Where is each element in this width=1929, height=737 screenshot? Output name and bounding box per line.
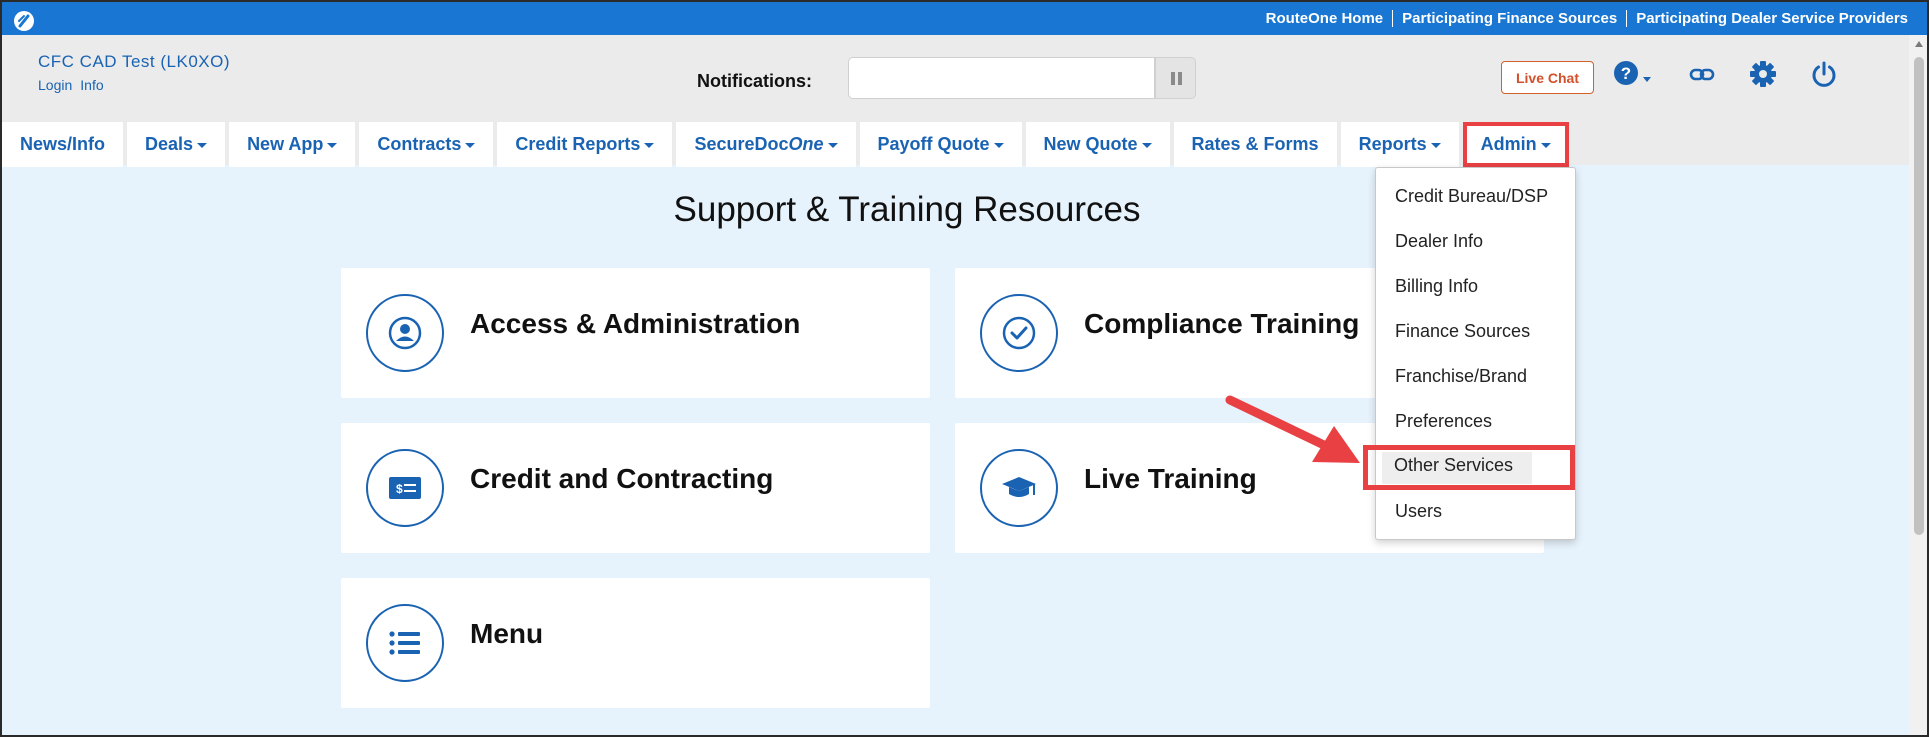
caret-down-icon [327, 143, 338, 148]
tab-payoff-quote[interactable]: Payoff Quote [859, 122, 1022, 167]
participating-finance-sources-link[interactable]: Participating Finance Sources [1392, 10, 1626, 27]
money-card-icon: $ [366, 449, 444, 527]
card-label: Credit and Contracting [470, 463, 774, 494]
tab-new-app[interactable]: New App [229, 122, 356, 167]
card-access-administration[interactable]: Access & Administration [341, 268, 930, 398]
login-link[interactable]: Login [38, 77, 72, 93]
menu-item-users[interactable]: Users [1395, 501, 1442, 522]
gear-icon[interactable] [1749, 60, 1777, 93]
check-icon [980, 294, 1058, 372]
caret-down-icon [644, 143, 655, 148]
caret-down-icon [1540, 143, 1551, 148]
main-nav: News/Info Deals New App Contracts Credit… [2, 122, 1573, 167]
caret-down-icon [1430, 143, 1441, 148]
menu-item-preferences[interactable]: Preferences [1395, 411, 1492, 432]
tab-reports[interactable]: Reports [1340, 122, 1459, 167]
routeone-home-link[interactable]: RouteOne Home [1257, 10, 1393, 27]
card-menu[interactable]: Menu [341, 578, 930, 708]
menu-item-billing-info[interactable]: Billing Info [1395, 276, 1478, 297]
participating-dealer-service-providers-link[interactable]: Participating Dealer Service Providers [1626, 10, 1917, 27]
menu-item-finance-sources[interactable]: Finance Sources [1395, 321, 1530, 342]
menu-item-franchise-brand[interactable]: Franchise/Brand [1395, 366, 1527, 387]
tab-admin[interactable]: Admin [1462, 122, 1569, 167]
menu-item-credit-bureau-dsp[interactable]: Credit Bureau/DSP [1395, 186, 1548, 207]
notifications-label: Notifications: [697, 71, 812, 91]
tab-news-info[interactable]: News/Info [2, 122, 124, 167]
tab-rates-forms[interactable]: Rates & Forms [1173, 122, 1337, 167]
help-icon[interactable]: ? [1613, 60, 1653, 95]
graduation-cap-icon [980, 449, 1058, 527]
annotation-arrow-icon [1225, 395, 1360, 463]
list-icon [366, 604, 444, 682]
routeone-logo-icon[interactable] [14, 11, 34, 31]
caret-down-icon [1141, 143, 1152, 148]
caret-down-icon [465, 143, 476, 148]
top-links: RouteOne Home Participating Finance Sour… [1257, 2, 1917, 35]
menu-item-dealer-info[interactable]: Dealer Info [1395, 231, 1483, 252]
svg-text:?: ? [1621, 64, 1631, 83]
account-name: CFC CAD Test (LK0XO) [38, 52, 231, 71]
card-label: Menu [470, 618, 544, 649]
link-icon[interactable] [1689, 65, 1715, 90]
live-chat-button[interactable]: Live Chat [1501, 61, 1594, 94]
power-icon[interactable] [1810, 60, 1838, 93]
account-links: Login Info [38, 77, 112, 93]
highlight-box [1363, 445, 1575, 490]
card-label: Compliance Training [1084, 308, 1360, 339]
svg-text:$: $ [396, 482, 403, 496]
vertical-scrollbar[interactable] [1909, 35, 1927, 735]
tab-securedocone[interactable]: SecureDoc One [676, 122, 856, 167]
user-icon [366, 294, 444, 372]
tab-credit-reports[interactable]: Credit Reports [497, 122, 673, 167]
app-window: RouteOne Home Participating Finance Sour… [0, 0, 1929, 737]
scrollbar-thumb[interactable] [1914, 57, 1924, 535]
caret-down-icon [197, 143, 208, 148]
caret-down-icon [827, 143, 838, 148]
scroll-up-icon[interactable] [1915, 41, 1923, 47]
info-link[interactable]: Info [80, 77, 103, 93]
tab-new-quote[interactable]: New Quote [1025, 122, 1170, 167]
tab-deals[interactable]: Deals [127, 122, 226, 167]
top-bar: RouteOne Home Participating Finance Sour… [2, 2, 1927, 35]
notifications-field[interactable] [848, 57, 1155, 99]
pause-icon[interactable] [1155, 57, 1196, 99]
caret-down-icon [993, 143, 1004, 148]
card-credit-contracting[interactable]: $ Credit and Contracting [341, 423, 930, 553]
card-label: Access & Administration [470, 308, 801, 339]
tab-contracts[interactable]: Contracts [359, 122, 494, 167]
